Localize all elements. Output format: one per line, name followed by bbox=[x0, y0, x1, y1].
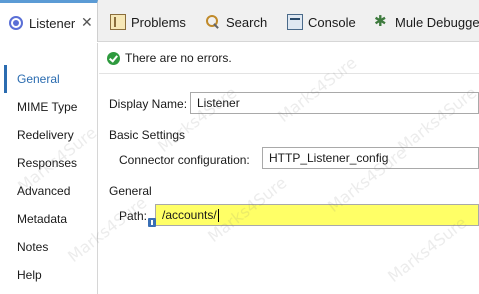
search-icon bbox=[205, 14, 221, 30]
display-name-value: Listener bbox=[197, 96, 240, 110]
tab-listener[interactable]: Listener ✕ bbox=[0, 0, 98, 42]
tab-search[interactable]: Search bbox=[205, 13, 267, 31]
listener-icon bbox=[9, 16, 23, 30]
active-item-indicator bbox=[4, 65, 7, 93]
tab-search-label: Search bbox=[226, 14, 268, 30]
sidebar-item-responses[interactable]: Responses bbox=[17, 156, 77, 170]
sidebar-item-redelivery[interactable]: Redelivery bbox=[17, 128, 74, 142]
close-icon[interactable]: ✕ bbox=[81, 14, 93, 31]
connector-configuration-field[interactable]: HTTP_Listener_config bbox=[262, 147, 479, 169]
sidebar-item-notes[interactable]: Notes bbox=[17, 240, 48, 254]
sidebar: General MIME Type Redelivery Responses A… bbox=[0, 43, 98, 294]
status-row: There are no errors. bbox=[107, 51, 232, 65]
connector-configuration-label: Connector configuration: bbox=[119, 153, 250, 167]
text-cursor bbox=[217, 209, 219, 223]
tab-problems-label: Problems bbox=[131, 14, 186, 30]
tab-console[interactable]: Console bbox=[287, 13, 356, 31]
tab-problems[interactable]: Problems bbox=[110, 13, 186, 31]
properties-panel: There are no errors. Display Name: Liste… bbox=[99, 43, 479, 294]
status-message: There are no errors. bbox=[125, 51, 232, 65]
check-circle-icon bbox=[107, 51, 120, 65]
connector-configuration-value: HTTP_Listener_config bbox=[269, 151, 389, 165]
basic-settings-heading: Basic Settings bbox=[109, 128, 186, 142]
debugger-icon bbox=[374, 12, 390, 30]
general-heading: General bbox=[109, 184, 152, 198]
tab-mule-debugger[interactable]: Mule Debugger bbox=[374, 12, 479, 31]
display-name-label: Display Name: bbox=[109, 97, 188, 111]
divider bbox=[99, 73, 479, 74]
info-icon bbox=[148, 218, 156, 227]
display-name-field[interactable]: Listener bbox=[190, 92, 479, 114]
problems-icon bbox=[110, 14, 126, 30]
sidebar-item-general[interactable]: General bbox=[17, 72, 60, 86]
tab-mule-debugger-label: Mule Debugger bbox=[395, 14, 479, 30]
path-input[interactable]: /accounts/ bbox=[155, 204, 479, 226]
console-icon bbox=[287, 14, 303, 30]
path-value: /accounts/ bbox=[162, 208, 217, 222]
tab-console-label: Console bbox=[308, 14, 356, 30]
sidebar-item-metadata[interactable]: Metadata bbox=[17, 212, 67, 226]
tab-listener-label: Listener bbox=[29, 16, 76, 31]
sidebar-item-mime-type[interactable]: MIME Type bbox=[17, 100, 77, 114]
sidebar-item-help[interactable]: Help bbox=[17, 268, 42, 282]
sidebar-item-advanced[interactable]: Advanced bbox=[17, 184, 70, 198]
path-label: Path: bbox=[119, 209, 148, 223]
tab-bar: Listener ✕ Problems Search Console Mule … bbox=[0, 0, 479, 42]
